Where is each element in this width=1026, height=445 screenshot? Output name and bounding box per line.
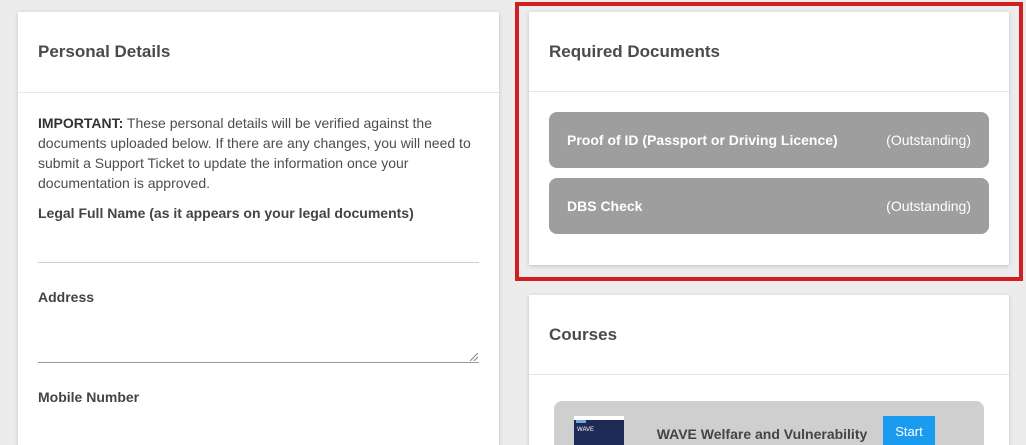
document-item-proof-of-id[interactable]: Proof of ID (Passport or Driving Licence… xyxy=(549,112,989,168)
documents-list: Proof of ID (Passport or Driving Licence… xyxy=(529,92,1009,234)
address-textarea[interactable] xyxy=(38,313,479,363)
course-thumbnail: WAVE xyxy=(574,416,624,445)
important-notice: IMPORTANT: These personal details will b… xyxy=(38,113,479,193)
courses-header: Courses xyxy=(529,295,1009,375)
document-item-dbs-check[interactable]: DBS Check (Outstanding) xyxy=(549,178,989,234)
required-documents-header: Required Documents xyxy=(529,12,1009,92)
resize-handle-icon[interactable] xyxy=(470,353,478,361)
course-title: WAVE Welfare and Vulnerability Engagemen… xyxy=(656,426,868,445)
course-logo-icon xyxy=(576,420,586,423)
courses-title: Courses xyxy=(549,324,618,344)
document-name: Proof of ID (Passport or Driving Licence… xyxy=(567,132,838,148)
mobile-number-label: Mobile Number xyxy=(38,389,140,405)
important-label: IMPORTANT: xyxy=(38,115,124,131)
course-thumbnail-text: WAVE xyxy=(577,427,595,433)
personal-details-title: Personal Details xyxy=(38,42,171,61)
required-documents-card: Required Documents Proof of ID (Passport… xyxy=(529,12,1009,265)
address-label: Address xyxy=(38,289,95,305)
document-name: DBS Check xyxy=(567,198,643,214)
required-documents-title: Required Documents xyxy=(549,41,720,61)
legal-name-label: Legal Full Name (as it appears on your l… xyxy=(38,205,414,221)
document-status: (Outstanding) xyxy=(886,132,971,148)
document-status: (Outstanding) xyxy=(886,198,971,214)
course-item: WAVE WAVE Welfare and Vulnerability Enga… xyxy=(554,401,984,445)
start-course-button[interactable]: Start xyxy=(883,416,935,445)
personal-details-body: IMPORTANT: These personal details will b… xyxy=(18,93,499,407)
personal-details-card: Personal Details IMPORTANT: These person… xyxy=(18,12,499,445)
personal-details-header: Personal Details xyxy=(18,12,499,93)
courses-card: Courses WAVE WAVE Welfare and Vulnerabil… xyxy=(529,295,1009,445)
legal-name-input[interactable] xyxy=(38,223,479,263)
